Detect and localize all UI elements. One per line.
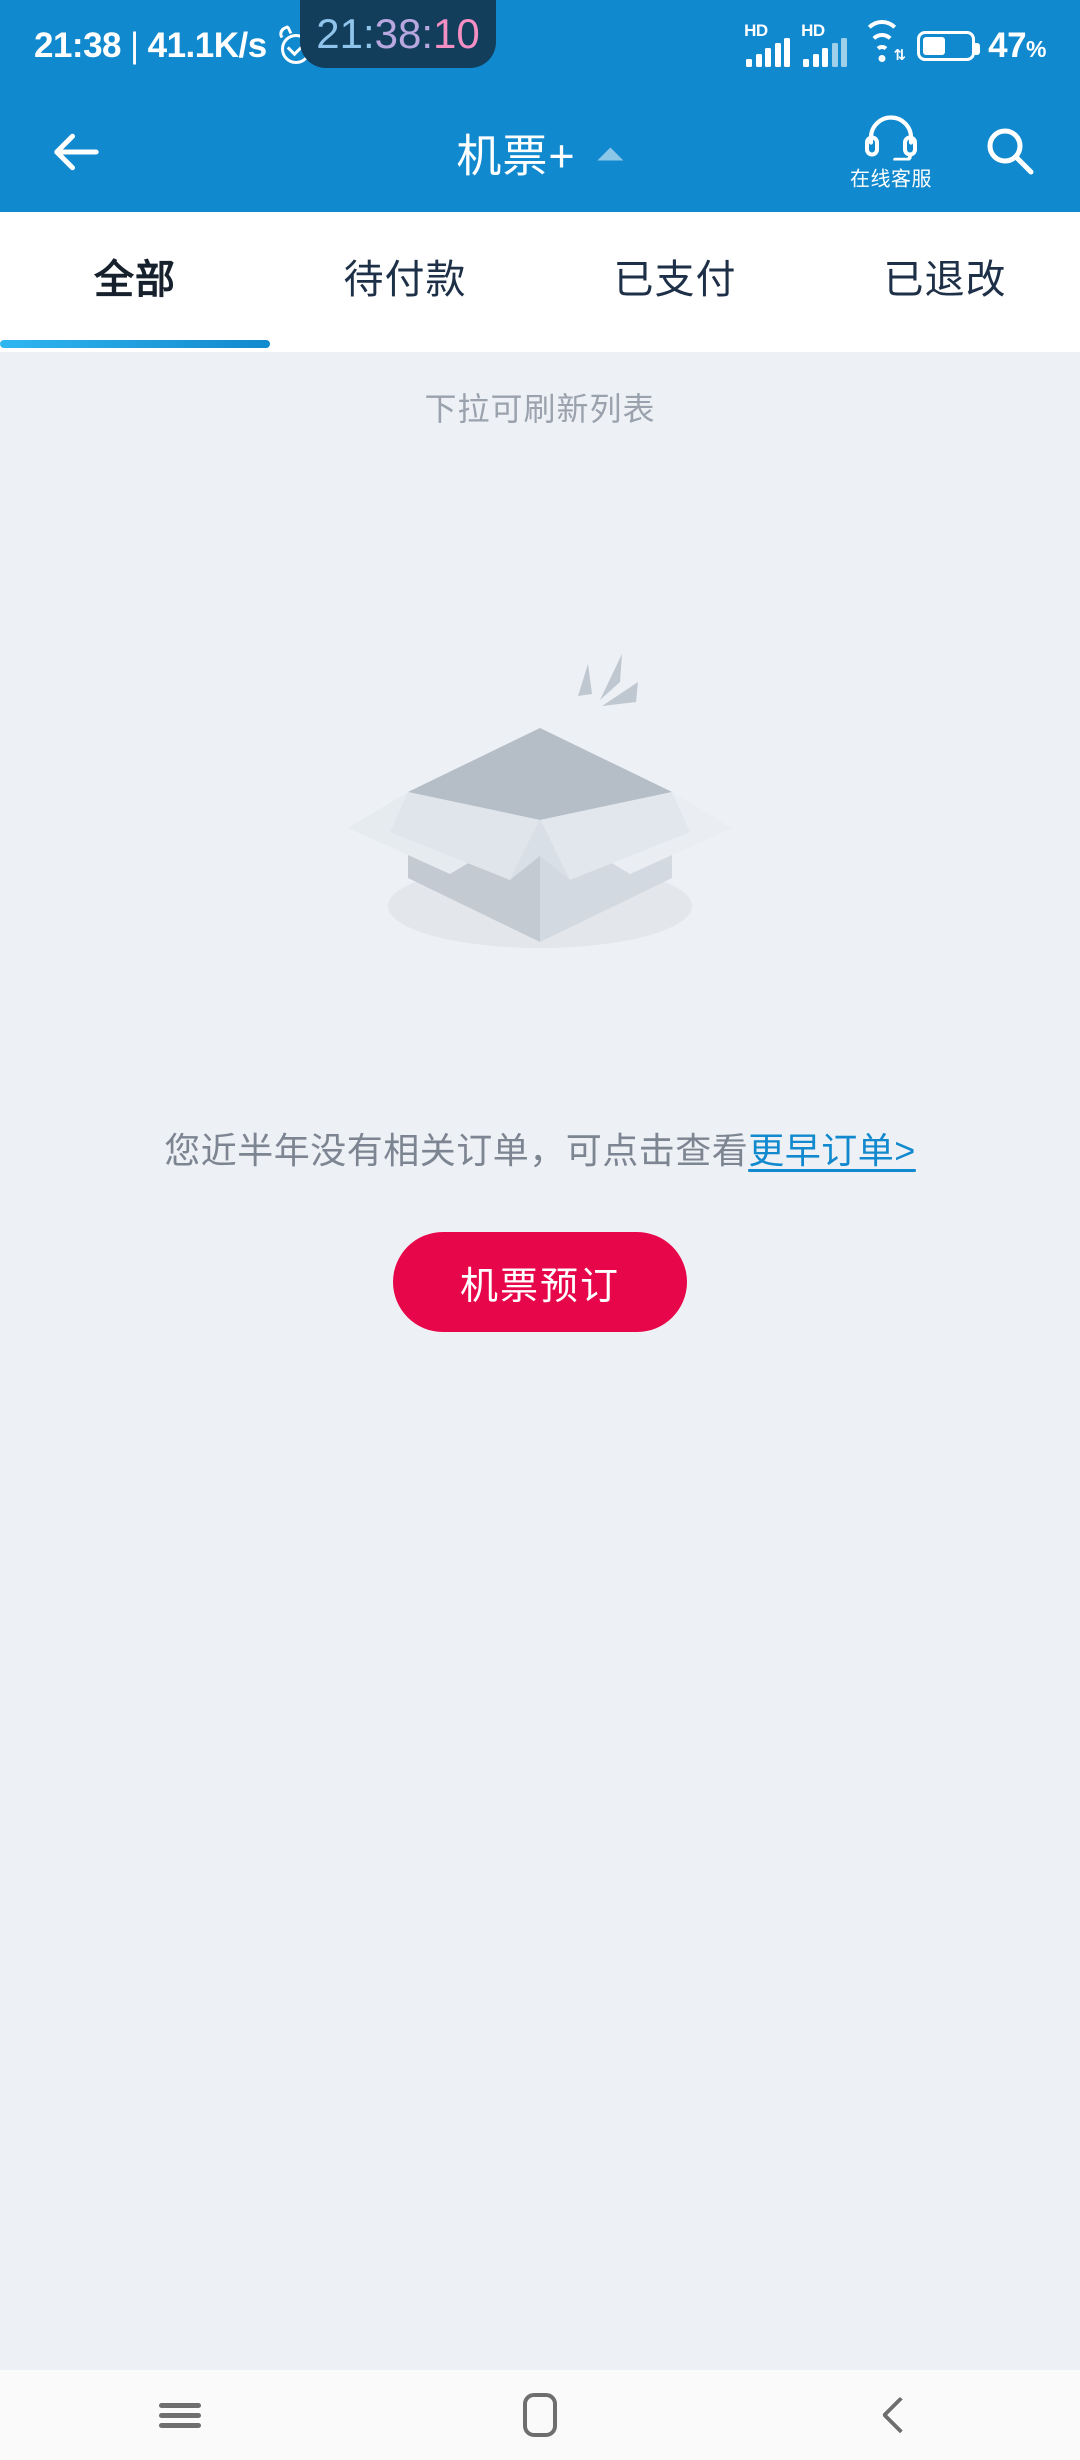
back-arrow-icon xyxy=(54,133,99,171)
headset-icon xyxy=(865,115,917,161)
tab-paid-label: 已支付 xyxy=(613,258,737,302)
online-service-label: 在线客服 xyxy=(850,168,932,191)
tab-all[interactable]: 全部 xyxy=(0,212,270,352)
status-clock: 21:38 xyxy=(34,26,122,65)
tab-refunded-label: 已退改 xyxy=(883,258,1007,302)
hd-label-sim1: HD xyxy=(744,21,768,40)
online-service-button[interactable]: 在线客服 xyxy=(850,113,932,192)
tab-active-indicator xyxy=(0,340,270,348)
time-widget-seconds: 10 xyxy=(433,10,480,57)
tab-refunded[interactable]: 已退改 xyxy=(810,212,1080,352)
nav-home-button[interactable] xyxy=(360,2370,720,2460)
page-title: 机票+ xyxy=(456,130,576,182)
earlier-orders-link[interactable]: 更早订单> xyxy=(748,1130,916,1171)
status-bar: 21:38 | 41.1K/s HD HD ⇅ 47% xyxy=(0,0,1080,92)
empty-box-illustration xyxy=(330,624,750,974)
back-button[interactable] xyxy=(38,113,116,191)
phone-screen: 21:38 | 41.1K/s HD HD ⇅ 47% 21: 38: 10 机… xyxy=(0,0,1080,2460)
android-nav-bar xyxy=(0,2370,1080,2460)
empty-state-text: 您近半年没有相关订单，可点击查看 xyxy=(164,1130,749,1171)
tab-paid[interactable]: 已支付 xyxy=(540,212,810,352)
home-icon xyxy=(523,2393,557,2437)
battery-icon xyxy=(917,31,981,61)
tab-unpaid-label: 待付款 xyxy=(343,258,467,302)
recents-icon xyxy=(159,2398,201,2433)
floating-time-widget[interactable]: 21: 38: 10 xyxy=(300,0,496,68)
page-title-dropdown[interactable]: 机票+ xyxy=(456,120,624,185)
order-status-tabs: 全部 待付款 已支付 已退改 xyxy=(0,212,1080,352)
status-separator: | xyxy=(130,26,139,65)
wifi-icon: ⇅ xyxy=(860,20,907,64)
signal-icon-sim1: HD xyxy=(744,21,791,67)
empty-state-message: 您近半年没有相关订单，可点击查看更早订单> xyxy=(0,1122,1080,1174)
search-icon xyxy=(987,128,1034,175)
battery-percent: 47% xyxy=(988,26,1046,65)
tab-all-label: 全部 xyxy=(94,258,176,302)
wifi-data-glyph: ⇅ xyxy=(893,47,907,64)
book-flight-button[interactable]: 机票预订 xyxy=(393,1232,687,1332)
tab-unpaid[interactable]: 待付款 xyxy=(270,212,540,352)
status-bar-right: HD HD ⇅ 47% xyxy=(744,20,1046,67)
app-header: 机票+ 在线客服 xyxy=(0,92,1080,212)
pull-to-refresh-hint: 下拉可刷新列表 xyxy=(424,391,656,427)
signal-icon-sim2: HD xyxy=(801,21,848,67)
network-speed: 41.1K/s xyxy=(147,26,268,65)
time-widget-minutes: 38: xyxy=(374,10,434,57)
nav-back-button[interactable] xyxy=(720,2370,1080,2460)
search-button[interactable] xyxy=(974,116,1046,188)
hd-label-sim2: HD xyxy=(801,21,825,40)
back-chevron-icon xyxy=(881,2396,919,2434)
time-widget-hours: 21: xyxy=(316,10,375,57)
nav-recents-button[interactable] xyxy=(0,2370,360,2460)
triangle-up-icon xyxy=(597,147,624,161)
order-list-content: 下拉可刷新列表 您近半年没有相关订单，可点击查看更早订单> 机票预订 xyxy=(0,352,1080,2370)
status-bar-left: 21:38 | 41.1K/s xyxy=(34,24,318,66)
